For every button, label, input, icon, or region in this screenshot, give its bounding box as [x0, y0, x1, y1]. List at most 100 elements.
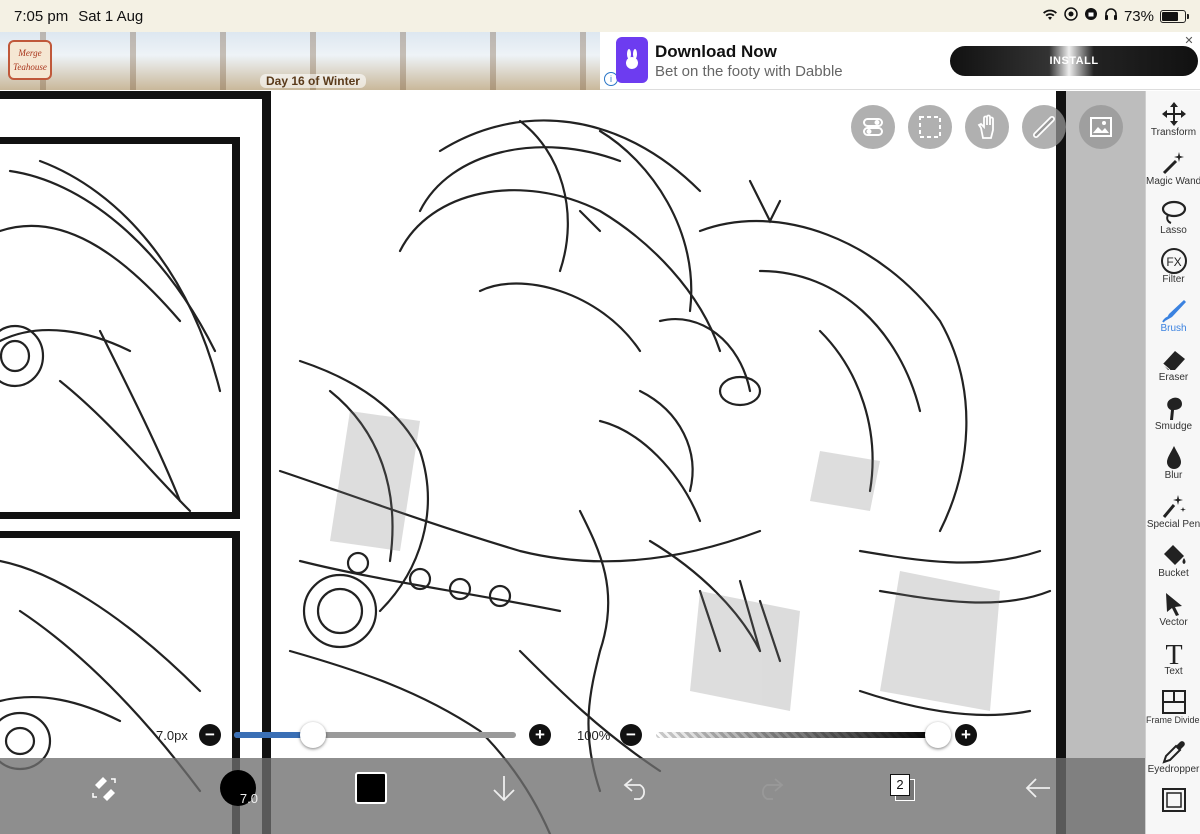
tool-label: Filter — [1162, 274, 1185, 285]
toggle-icon[interactable] — [851, 105, 895, 149]
swap-tool-icon[interactable] — [84, 768, 124, 808]
brush-size-decrease-button[interactable]: − — [199, 724, 221, 746]
canvas-icon — [1161, 788, 1186, 812]
tool-vector[interactable]: Vector — [1146, 587, 1200, 636]
ad-game-logo: Merge Teahouse — [8, 40, 52, 80]
tool-label: Eyedropper — [1147, 764, 1200, 775]
battery-icon — [1160, 9, 1189, 23]
fx-icon: FX — [1160, 248, 1187, 274]
undo-icon[interactable] — [617, 768, 657, 808]
current-color — [355, 772, 387, 804]
smudge-icon — [1166, 397, 1182, 420]
layers-icon[interactable]: 2 — [883, 768, 923, 808]
tool-eyedropper[interactable]: Eyedropper — [1146, 734, 1200, 783]
opacity-decrease-button[interactable]: − — [620, 724, 642, 746]
drawing-canvas[interactable] — [0, 91, 1145, 834]
hand-icon[interactable] — [965, 105, 1009, 149]
battery-level — [1162, 11, 1179, 21]
tool-label: Frame Divider — [1146, 715, 1200, 725]
tool-label: Text — [1164, 666, 1183, 677]
tool-label: Magic Wand — [1146, 176, 1200, 187]
download-arrow-icon[interactable] — [484, 768, 524, 808]
close-icon[interactable]: ✕ — [1182, 34, 1196, 48]
tool-frame-divider[interactable]: Frame Divider — [1146, 685, 1200, 734]
redo-icon[interactable] — [750, 768, 790, 808]
opacity-slider-handle[interactable] — [925, 722, 951, 748]
brush-size-slider-handle[interactable] — [299, 722, 326, 748]
tool-filter[interactable]: FX Filter — [1146, 244, 1200, 293]
brush-size-icon[interactable]: 7.0 — [218, 768, 258, 808]
opacity-track[interactable] — [656, 732, 938, 738]
ad-game-caption: Day 16 of Winter — [260, 74, 366, 88]
image-icon[interactable] — [1079, 105, 1123, 149]
blur-drop-icon — [1166, 446, 1181, 469]
tool-canvas[interactable] — [1146, 783, 1200, 832]
status-time: 7:05 pm — [14, 7, 69, 25]
magic-wand-icon — [1162, 152, 1184, 175]
text-glyph: T — [1165, 640, 1182, 666]
back-arrow-icon[interactable] — [1018, 768, 1058, 808]
tool-sidebar: Transform Magic Wand Lasso FX Filter Bru… — [1145, 91, 1200, 834]
tool-special-pen[interactable]: Special Pen — [1146, 489, 1200, 538]
status-right: 73% — [1042, 7, 1189, 25]
ad-subtitle: Bet on the footy with Dabble — [655, 63, 843, 80]
brush-size-track[interactable] — [234, 732, 516, 738]
status-date: Sat 1 Aug — [78, 7, 144, 25]
brush-size-increase-button[interactable]: + — [529, 724, 551, 746]
rabbit-icon — [626, 49, 638, 69]
ad-game-image[interactable]: Merge Teahouse Day 16 of Winter — [0, 32, 600, 90]
lock-rotation-icon — [1084, 7, 1098, 25]
tool-label: Eraser — [1158, 372, 1189, 383]
ruler-icon[interactable] — [1022, 105, 1066, 149]
opacity-increase-button[interactable]: + — [955, 724, 977, 746]
tool-label: Vector — [1159, 617, 1188, 628]
tool-text[interactable]: T Text — [1146, 636, 1200, 685]
eyedropper-icon — [1161, 741, 1185, 764]
color-swatch-icon[interactable] — [351, 768, 391, 808]
headphones-icon — [1104, 7, 1118, 25]
tool-label: Lasso — [1160, 225, 1187, 236]
brush-icon — [1161, 300, 1186, 323]
tool-smudge[interactable]: Smudge — [1146, 391, 1200, 440]
tool-eraser[interactable]: Eraser — [1146, 342, 1200, 391]
tool-bucket[interactable]: Bucket — [1146, 538, 1200, 587]
tool-label: Bucket — [1158, 568, 1189, 579]
battery-percent: 73% — [1123, 7, 1154, 25]
selection-icon[interactable] — [908, 105, 952, 149]
tool-magic-wand[interactable]: Magic Wand — [1146, 146, 1200, 195]
brush-size-badge: 7.0 — [220, 770, 258, 806]
bucket-icon — [1163, 545, 1185, 565]
bottom-toolbar — [0, 758, 1145, 834]
tool-label: Smudge — [1154, 421, 1193, 432]
vector-cursor-icon — [1165, 593, 1182, 616]
eraser-icon — [1162, 351, 1185, 371]
tool-transform[interactable]: Transform — [1146, 97, 1200, 146]
tool-blur[interactable]: Blur — [1146, 440, 1200, 489]
ad-title[interactable]: Download Now — [655, 42, 777, 62]
location-icon — [1064, 7, 1078, 25]
tool-lasso[interactable]: Lasso — [1146, 195, 1200, 244]
special-pen-icon — [1162, 495, 1186, 518]
sketch-artwork — [0, 91, 1145, 834]
opacity-gradient — [656, 732, 938, 738]
ad-banner[interactable]: Merge Teahouse Day 16 of Winter i Downlo… — [0, 32, 1200, 90]
fx-glyph: FX — [1166, 255, 1181, 269]
frame-divider-icon — [1161, 690, 1186, 714]
lasso-icon — [1161, 200, 1186, 224]
ad-app-icon[interactable] — [616, 37, 648, 83]
brush-size-label: 7.0px — [156, 728, 188, 743]
move-icon — [1161, 102, 1186, 126]
tool-label: Special Pen — [1146, 519, 1200, 530]
text-icon: T — [1165, 640, 1182, 666]
tool-label: Transform — [1150, 127, 1197, 138]
brush-size-badge-value: 7.0 — [239, 791, 258, 806]
layer-count: 2 — [890, 774, 910, 796]
wifi-icon — [1042, 8, 1058, 25]
ad-install-button[interactable]: INSTALL — [950, 46, 1198, 76]
opacity-label: 100% — [577, 728, 611, 743]
status-bar: 7:05 pm Sat 1 Aug 73% — [0, 0, 1200, 32]
tool-label: Blur — [1164, 470, 1183, 481]
tool-brush[interactable]: Brush — [1146, 293, 1200, 342]
tool-label: Brush — [1160, 323, 1187, 334]
layers-stack: 2 — [889, 773, 917, 803]
